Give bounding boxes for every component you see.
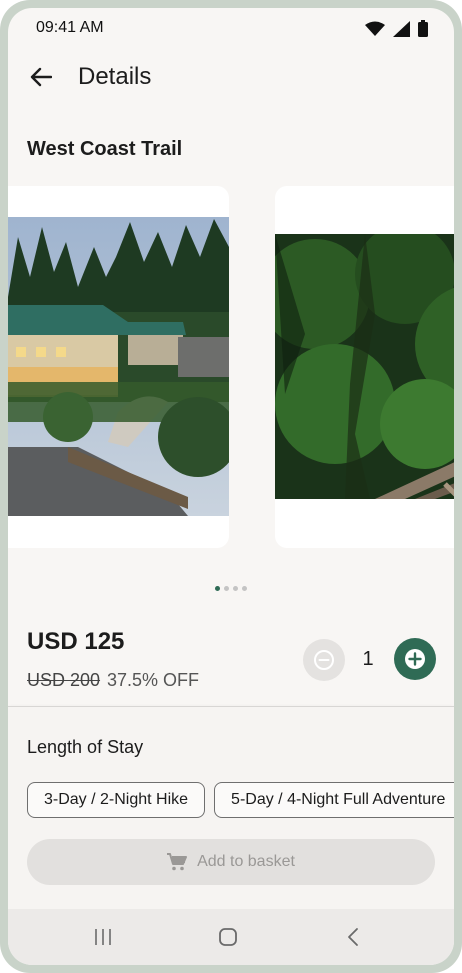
carousel-dot[interactable] <box>233 586 238 591</box>
price: USD 125 <box>27 628 125 655</box>
recent-apps-button[interactable] <box>88 923 118 951</box>
status-time: 09:41 AM <box>36 19 104 36</box>
product-title: West Coast Trail <box>27 138 183 160</box>
back-button[interactable] <box>26 62 56 92</box>
carousel-dot[interactable] <box>215 586 220 591</box>
length-of-stay-label: Length of Stay <box>27 737 144 757</box>
original-price: USD 200 <box>27 670 101 690</box>
arrow-back-icon <box>30 67 52 87</box>
cart-icon <box>167 853 188 871</box>
battery-icon <box>418 20 428 37</box>
system-nav-bar <box>8 909 454 965</box>
discount-label: 37.5% OFF <box>107 670 200 690</box>
stay-option-chip[interactable]: 5-Day / 4-Night Full Adventure <box>214 782 454 818</box>
page-title: Details <box>78 63 152 90</box>
plus-circle-icon <box>405 649 425 669</box>
carousel-card[interactable] <box>8 186 229 548</box>
carousel-pagination <box>8 586 454 591</box>
chevron-left-icon <box>348 928 358 946</box>
device-frame: 09:41 AM Details West Coast Trail USD 12… <box>0 0 462 973</box>
stay-options-scroller[interactable]: 3-Day / 2-Night Hike 5-Day / 4-Night Ful… <box>8 778 454 824</box>
image-carousel[interactable] <box>8 186 454 550</box>
stay-option-chip[interactable]: 3-Day / 2-Night Hike <box>27 782 206 818</box>
carousel-dot[interactable] <box>224 586 229 591</box>
app-bar: Details <box>8 56 454 100</box>
home-icon <box>219 928 237 946</box>
forest-photo <box>275 234 454 499</box>
minus-circle-icon <box>314 650 334 670</box>
screen: 09:41 AM Details West Coast Trail USD 12… <box>8 8 454 965</box>
wifi-icon <box>365 21 385 36</box>
decrease-quantity-button[interactable] <box>303 639 345 681</box>
stay-options: 3-Day / 2-Night Hike 5-Day / 4-Night Ful… <box>27 782 454 818</box>
lodge-photo <box>8 217 229 516</box>
carousel-card[interactable] <box>275 186 454 548</box>
add-to-basket-label: Add to basket <box>197 853 295 870</box>
home-button[interactable] <box>213 923 243 951</box>
status-icons <box>365 20 428 37</box>
increase-quantity-button[interactable] <box>394 638 436 680</box>
system-back-button[interactable] <box>338 923 368 951</box>
recent-apps-icon <box>95 929 111 945</box>
signal-icon <box>393 20 410 37</box>
status-bar: 09:41 AM <box>8 8 454 48</box>
quantity-value: 1 <box>362 648 374 670</box>
add-to-basket-button[interactable]: Add to basket <box>27 839 435 885</box>
carousel-dot[interactable] <box>242 586 247 591</box>
